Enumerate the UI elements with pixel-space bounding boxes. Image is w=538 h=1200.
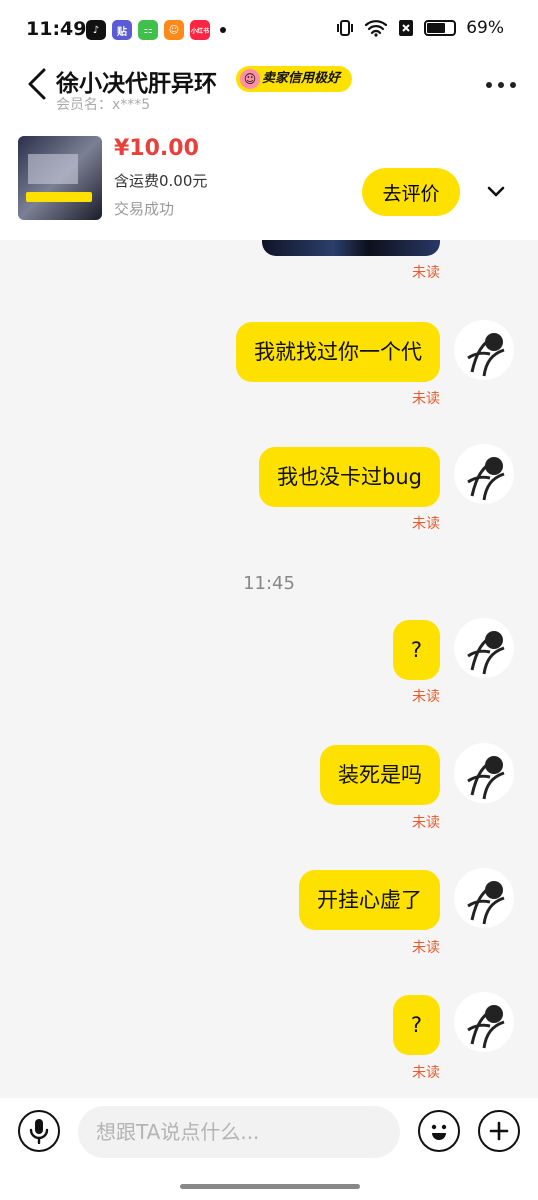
chat-header: 徐小决代肝异环 ☺ 卖家信用极好 会员名：x***5 ¥10.00 含运费0.0… <box>0 52 538 240</box>
status-time: 11:49 <box>26 18 87 40</box>
back-button[interactable] <box>24 64 52 104</box>
seller-name[interactable]: 徐小决代肝异环 <box>56 64 217 98</box>
voice-button[interactable] <box>18 1110 60 1152</box>
review-button[interactable]: 去评价 <box>362 168 460 216</box>
microphone-icon <box>29 1119 49 1144</box>
smiley-badge-icon: ☺ <box>240 69 260 89</box>
unread-label: 未读 <box>412 940 440 956</box>
home-indicator[interactable] <box>180 1184 360 1189</box>
trade-status: 交易成功 <box>114 200 175 218</box>
message-input[interactable] <box>78 1106 400 1158</box>
tiktok-app-icon: ♪ <box>86 20 106 40</box>
notification-icons: ♪ 贴 ⚏ ☺ 小红书 <box>86 20 226 40</box>
avatar[interactable] <box>454 618 514 678</box>
plus-icon <box>489 1121 509 1141</box>
unread-label: 未读 <box>412 815 440 831</box>
emoji-button[interactable] <box>418 1110 460 1152</box>
seller-credit-badge[interactable]: ☺ 卖家信用极好 <box>236 66 353 92</box>
battery-icon <box>424 20 457 36</box>
more-options-button[interactable] <box>486 82 516 88</box>
message-bubble[interactable]: ? <box>392 620 440 680</box>
photo-app-icon: ☺ <box>164 20 184 40</box>
unread-label: 未读 <box>412 391 440 407</box>
product-thumbnail[interactable] <box>18 136 102 220</box>
message-bubble[interactable]: 装死是吗 <box>320 745 440 805</box>
tieba-app-icon: 贴 <box>112 20 132 40</box>
product-price: ¥10.00 <box>114 136 199 161</box>
avatar[interactable] <box>454 868 514 928</box>
message-bubble[interactable]: 我也没卡过bug <box>259 447 440 507</box>
battery-percentage: 69% <box>466 18 504 38</box>
vibrate-icon <box>337 20 354 36</box>
avatar[interactable] <box>454 320 514 380</box>
xiaohongshu-app-icon: 小红书 <box>190 20 210 40</box>
message-bubble[interactable]: 我就找过你一个代 <box>236 322 440 382</box>
chat-area[interactable]: 未读 我就找过你一个代 未读 我也没卡过bug 未读 11:45 ? 未读 装死… <box>0 240 538 1098</box>
more-notifications-dot <box>220 27 226 33</box>
message-bubble[interactable]: 开挂心虚了 <box>299 870 440 930</box>
wechat-app-icon: ⚏ <box>138 20 158 40</box>
message-timestamp: 11:45 <box>243 573 295 594</box>
badge-label: 卖家信用极好 <box>262 71 341 86</box>
input-bar <box>0 1098 538 1200</box>
expand-button[interactable] <box>474 170 518 214</box>
unread-label: 未读 <box>412 689 440 705</box>
chevron-down-icon <box>487 186 505 197</box>
wifi-icon <box>365 20 388 37</box>
avatar[interactable] <box>454 743 514 803</box>
unread-label: 未读 <box>412 516 440 532</box>
chevron-left-icon <box>28 68 46 100</box>
member-name: 会员名：x***5 <box>56 97 151 113</box>
avatar[interactable] <box>454 444 514 504</box>
shipping-info: 含运费0.00元 <box>114 172 208 190</box>
unread-label: 未读 <box>412 1065 440 1081</box>
emoji-icon <box>431 1124 447 1140</box>
avatar[interactable] <box>454 992 514 1052</box>
no-sim-icon <box>399 20 414 36</box>
status-right: 69% <box>336 18 504 38</box>
message-bubble[interactable]: ? <box>392 995 440 1055</box>
unread-label: 未读 <box>412 265 440 281</box>
add-attachment-button[interactable] <box>478 1110 520 1152</box>
previous-image-message[interactable] <box>262 240 440 256</box>
